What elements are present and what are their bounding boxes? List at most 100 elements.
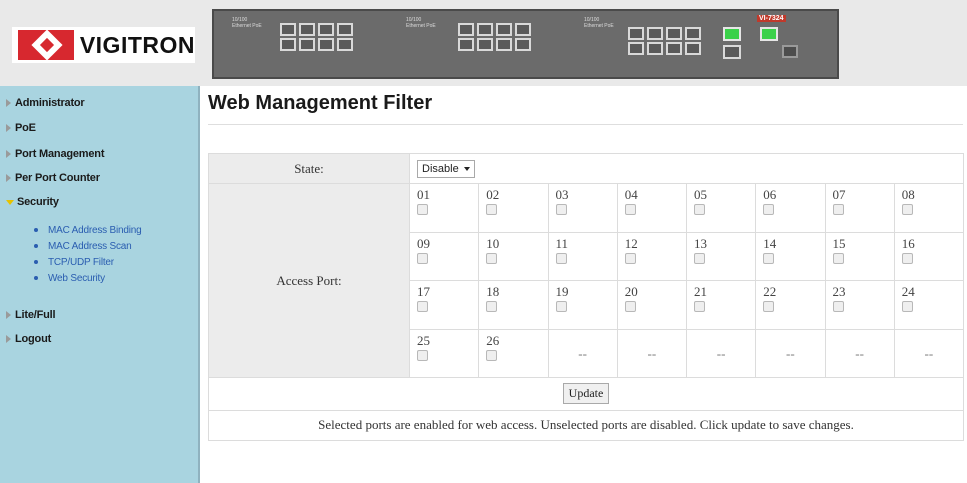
port-checkbox[interactable] <box>763 204 775 216</box>
state-label: State: <box>208 152 410 185</box>
arrow-right-icon <box>6 174 11 182</box>
sidebar-item-label: Per Port Counter <box>15 172 100 184</box>
switch-port-icon <box>496 23 512 36</box>
sidebar-item-label: Port Management <box>15 148 105 160</box>
port-cell: 09 <box>408 231 480 282</box>
switch-front-panel-image: 10/100 Ethernet PoE 10/100 Ethernet PoE … <box>212 9 839 79</box>
port-cell: 20 <box>616 280 688 330</box>
sidebar-subitem-web-security[interactable]: Web Security <box>34 272 105 284</box>
sidebar-subitem-mac-address-scan[interactable]: MAC Address Scan <box>34 240 132 252</box>
port-checkbox[interactable] <box>486 252 498 264</box>
state-select[interactable]: Disable <box>417 159 475 178</box>
port-checkbox[interactable] <box>486 349 498 361</box>
switch-port-icon <box>477 23 493 36</box>
switch-port-icon <box>477 38 493 51</box>
logo-diamond-icon <box>18 29 74 61</box>
port-checkbox[interactable] <box>763 301 775 313</box>
port-cell: 15 <box>824 231 895 282</box>
port-checkbox[interactable] <box>555 204 567 216</box>
sidebar-item-port-management[interactable]: Port Management <box>6 147 104 161</box>
port-number: 03 <box>555 187 569 203</box>
sidebar-subitem-label: MAC Address Scan <box>48 240 132 252</box>
sidebar-subitem-label: TCP/UDP Filter <box>48 256 114 268</box>
port-checkbox[interactable] <box>901 252 913 264</box>
port-group-1 <box>280 23 353 51</box>
arrow-right-icon <box>6 99 11 107</box>
port-checkbox[interactable] <box>832 204 844 216</box>
port-checkbox[interactable] <box>417 301 428 313</box>
port-checkbox[interactable] <box>763 252 775 264</box>
sidebar-item-label: Administrator <box>15 97 85 109</box>
port-number: 26 <box>486 332 500 348</box>
switch-group-label: 10/100 Ethernet PoE <box>406 17 436 29</box>
port-number: 24 <box>901 284 915 300</box>
switch-port-icon <box>496 38 512 51</box>
port-cell: 22 <box>755 280 826 330</box>
arrow-right-icon <box>6 124 11 132</box>
port-checkbox[interactable] <box>832 252 844 264</box>
port-cell: 14 <box>755 231 826 282</box>
port-checkbox[interactable] <box>417 252 428 264</box>
port-checkbox[interactable] <box>694 252 705 264</box>
port-cell: 08 <box>893 183 965 233</box>
switch-port-icon <box>299 38 315 51</box>
port-number: 10 <box>486 235 500 251</box>
port-checkbox[interactable] <box>555 252 567 264</box>
port-checkbox[interactable] <box>901 301 913 313</box>
page-title: Web Management Filter <box>208 92 433 114</box>
switch-port-icon <box>280 38 296 51</box>
port-number: 20 <box>624 284 638 300</box>
port-checkbox[interactable] <box>486 204 498 216</box>
switch-port-icon <box>299 23 315 36</box>
empty-port-cell: -- <box>755 328 826 379</box>
port-cell: 19 <box>547 280 618 330</box>
sidebar-item-poe[interactable]: PoE <box>6 121 36 135</box>
port-checkbox[interactable] <box>486 301 498 313</box>
port-checkbox[interactable] <box>417 204 428 216</box>
sidebar-item-security[interactable]: Security <box>6 195 59 209</box>
port-number: 04 <box>624 187 638 203</box>
sidebar-item-logout[interactable]: Logout <box>6 332 51 346</box>
sidebar-item-per-port-counter[interactable]: Per Port Counter <box>6 171 100 185</box>
arrow-right-icon <box>6 150 11 158</box>
sidebar-item-lite-full[interactable]: Lite/Full <box>6 308 56 322</box>
port-number: 23 <box>832 284 846 300</box>
port-number: 25 <box>417 332 430 348</box>
port-number: 14 <box>763 235 777 251</box>
switch-port-icon <box>685 27 701 40</box>
port-checkbox[interactable] <box>624 252 636 264</box>
logo-text: VIGITRON <box>79 31 195 58</box>
sidebar-subitem-label: MAC Address Binding <box>48 224 142 236</box>
switch-model-badge: VI-7324 <box>757 15 786 22</box>
port-checkbox[interactable] <box>694 204 705 216</box>
port-checkbox[interactable] <box>555 301 567 313</box>
port-checkbox[interactable] <box>901 204 913 216</box>
update-button[interactable]: Update <box>562 383 610 405</box>
port-cell: 03 <box>547 183 618 233</box>
port-checkbox[interactable] <box>624 301 636 313</box>
port-checkbox[interactable] <box>417 349 428 361</box>
sidebar-subitem-tcp-udp-filter[interactable]: TCP/UDP Filter <box>34 256 114 268</box>
port-cell: 18 <box>478 280 549 330</box>
port-cell: 02 <box>478 183 549 233</box>
sidebar-subitem-mac-address-binding[interactable]: MAC Address Binding <box>34 224 142 236</box>
port-checkbox[interactable] <box>832 301 844 313</box>
port-checkbox[interactable] <box>624 204 636 216</box>
port-cell: 11 <box>547 231 618 282</box>
header: VIGITRON 10/100 Ethernet PoE 10/100 Ethe… <box>0 0 967 86</box>
switch-port-icon <box>666 42 682 55</box>
switch-port-icon <box>666 27 682 40</box>
update-cell: Update <box>208 377 964 411</box>
sidebar-item-label: Lite/Full <box>15 309 56 321</box>
uplink-port-icon <box>723 45 741 59</box>
switch-port-icon <box>647 42 663 55</box>
port-number: 05 <box>694 187 707 203</box>
uplink-port-25-icon <box>723 27 741 41</box>
port-group-2 <box>458 23 531 51</box>
port-cell: 06 <box>755 183 826 233</box>
port-cell: 12 <box>616 231 688 282</box>
switch-group-label: 10/100 Ethernet PoE <box>584 17 614 29</box>
empty-port-cell: -- <box>547 328 618 379</box>
port-checkbox[interactable] <box>694 301 705 313</box>
sidebar-item-administrator[interactable]: Administrator <box>6 96 85 110</box>
